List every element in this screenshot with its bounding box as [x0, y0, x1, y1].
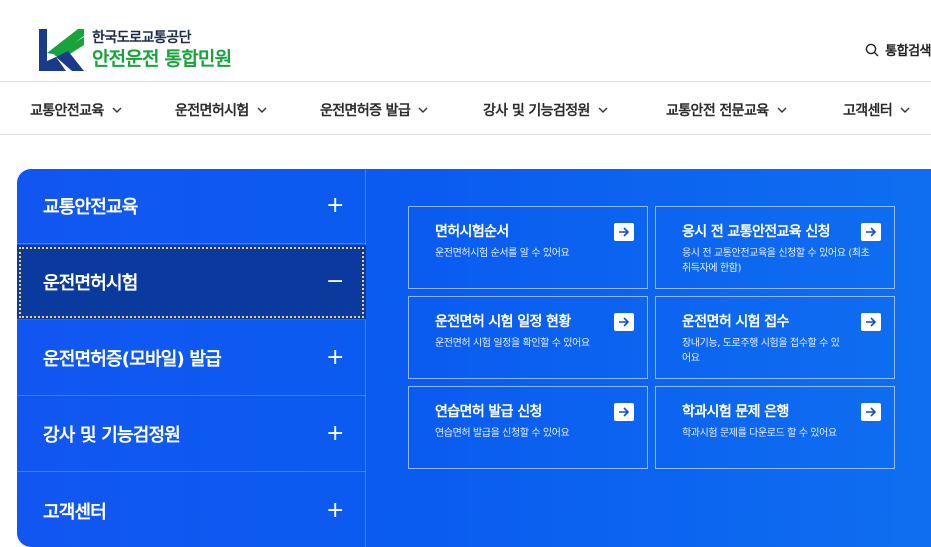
- card-description: 운전면허 시험 일정을 확인할 수 있어요: [435, 338, 590, 349]
- chevron-down-icon: [418, 107, 428, 113]
- card-description: 운전면허시험 순서를 알 수 있어요: [435, 248, 570, 259]
- card-description: 학과시험 문제를 다운로드 할 수 있어요: [682, 428, 837, 439]
- site-logo[interactable]: 한국도로교통공단 안전운전 통합민원: [38, 27, 232, 73]
- collapse-minus-icon: −: [326, 269, 345, 294]
- submenu-card-pretest-education[interactable]: 응시 전 교통안전교육 신청 응시 전 교통안전교육을 신청할 수 있어요 (최…: [655, 206, 895, 289]
- chevron-down-icon: [112, 107, 122, 113]
- menu-category-label: 고객센터: [43, 501, 107, 523]
- global-navigation: 교통안전교육 운전면허시험 운전면허증 발급 강사 및 기능검정원 교통안전 전…: [0, 83, 931, 135]
- card-title: 면허시험순서: [435, 224, 509, 240]
- expand-plus-icon: +: [326, 345, 345, 370]
- menu-category-mobile-license-issue[interactable]: 운전면허증(모바일) 발급 +: [17, 321, 366, 396]
- card-title: 운전면허 시험 접수: [682, 314, 789, 330]
- menu-category-customer-center[interactable]: 고객센터 +: [17, 473, 366, 547]
- gnb-item-instructor[interactable]: 강사 및 기능검정원: [483, 100, 608, 120]
- gnb-label: 운전면허시험: [175, 103, 249, 119]
- gnb-item-license-issue[interactable]: 운전면허증 발급: [320, 100, 428, 120]
- search-icon: [865, 43, 879, 56]
- menu-category-label: 운전면허시험: [43, 273, 138, 294]
- gnb-item-license-test[interactable]: 운전면허시험: [175, 100, 267, 120]
- submenu-card-test-schedule[interactable]: 운전면허 시험 일정 현황 운전면허 시험 일정을 확인할 수 있어요: [408, 296, 648, 379]
- submenu-card-learner-license[interactable]: 연습면허 발급 신청 연습면허 발급을 신청할 수 있어요: [408, 386, 648, 469]
- search-button[interactable]: 통합검색: [865, 40, 931, 59]
- card-title: 응시 전 교통안전교육 신청: [682, 224, 831, 240]
- arrow-right-icon: [861, 403, 881, 421]
- arrow-right-icon: [861, 223, 881, 241]
- submenu-card-test-application[interactable]: 운전면허 시험 접수 장내기능, 도로주행 시험을 접수할 수 있어요: [655, 296, 895, 379]
- arrow-right-icon: [861, 313, 881, 331]
- gnb-item-professional-education[interactable]: 교통안전 전문교육: [666, 100, 787, 120]
- arrow-right-icon: [614, 403, 634, 421]
- chevron-down-icon: [598, 107, 608, 113]
- card-title: 운전면허 시험 일정 현황: [435, 314, 571, 330]
- gnb-label: 교통안전교육: [30, 103, 104, 119]
- card-description: 연습면허 발급을 신청할 수 있어요: [435, 428, 570, 439]
- submenu-card-test-order[interactable]: 면허시험순서 운전면허시험 순서를 알 수 있어요: [408, 206, 648, 289]
- menu-category-license-test[interactable]: 운전면허시험 −: [17, 245, 366, 320]
- site-header: 한국도로교통공단 안전운전 통합민원 통합검색: [0, 0, 931, 82]
- chevron-down-icon: [900, 107, 910, 113]
- expand-plus-icon: +: [326, 497, 345, 523]
- menu-category-label: 강사 및 기능검정원: [43, 425, 181, 446]
- submenu-card-grid: 면허시험순서 운전면허시험 순서를 알 수 있어요 응시 전 교통안전교육 신청…: [366, 169, 931, 547]
- gnb-label: 운전면허증 발급: [320, 103, 411, 119]
- gnb-label: 강사 및 기능검정원: [483, 103, 590, 119]
- menu-category-label: 교통안전교육: [43, 197, 138, 218]
- menu-category-traffic-safety-education[interactable]: 교통안전교육 +: [17, 169, 366, 244]
- search-label: 통합검색: [885, 44, 931, 59]
- service-name: 안전운전 통합민원: [92, 48, 232, 70]
- mega-menu-category-list: 교통안전교육 + 운전면허시험 − 운전면허증(모바일) 발급 + 강사 및 기…: [17, 169, 366, 547]
- card-description: 응시 전 교통안전교육을 신청할 수 있어요 (최초 취득자에 한함): [682, 248, 870, 274]
- arrow-right-icon: [614, 313, 634, 331]
- card-description: 장내기능, 도로주행 시험을 접수할 수 있어요: [682, 338, 840, 364]
- expand-plus-icon: +: [326, 193, 345, 218]
- org-name: 한국도로교통공단: [92, 30, 192, 46]
- card-title: 연습면허 발급 신청: [435, 404, 542, 420]
- mega-menu-panel: 교통안전교육 + 운전면허시험 − 운전면허증(모바일) 발급 + 강사 및 기…: [17, 169, 931, 547]
- gnb-item-traffic-safety-education[interactable]: 교통안전교육: [30, 100, 122, 120]
- submenu-card-question-bank[interactable]: 학과시험 문제 은행 학과시험 문제를 다운로드 할 수 있어요: [655, 386, 895, 469]
- menu-category-label: 운전면허증(모바일) 발급: [43, 349, 222, 370]
- gnb-item-customer-center[interactable]: 고객센터: [843, 100, 910, 120]
- koroad-logo-icon: [39, 29, 84, 71]
- chevron-down-icon: [777, 107, 787, 113]
- gnb-label: 고객센터: [843, 103, 893, 119]
- arrow-right-icon: [614, 223, 634, 241]
- expand-plus-icon: +: [326, 421, 345, 446]
- gnb-label: 교통안전 전문교육: [666, 103, 769, 119]
- chevron-down-icon: [257, 107, 267, 113]
- card-title: 학과시험 문제 은행: [682, 404, 789, 420]
- menu-category-instructor[interactable]: 강사 및 기능검정원 +: [17, 397, 366, 472]
